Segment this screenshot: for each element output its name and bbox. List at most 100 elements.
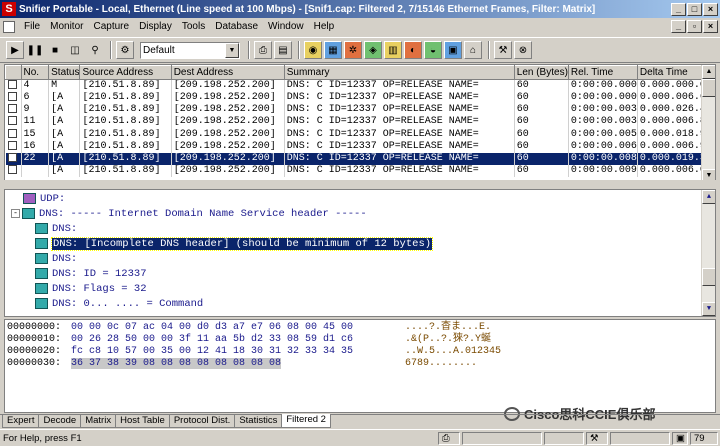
profile-select[interactable]: Default ▼ — [140, 41, 240, 59]
cell-len: 60 — [514, 152, 569, 165]
history-icon[interactable]: ▥ — [384, 41, 402, 59]
tab-expert[interactable]: Expert — [2, 415, 40, 428]
cell-summary: DNS: C ID=12337 OP=RELEASE NAME= — [284, 92, 515, 105]
hex-row[interactable]: 00000000: 00 00 0c 07 ac 04 00 d0 d3 a7 e… — [7, 322, 707, 334]
hex-row[interactable]: 00000030: 36 37 38 39 08 08 08 08 08 08 0… — [7, 358, 707, 370]
settings-icon[interactable]: ⊗ — [514, 41, 532, 59]
splitter[interactable] — [4, 180, 716, 186]
packet-row[interactable]: 22 [A [210.51.8.89] [209.198.252.200] DNS: C… — [5, 152, 715, 165]
packet-row[interactable]: 4 M [210.51.8.89] [209.198.252.200] DNS: C I… — [5, 79, 715, 93]
menu-database[interactable]: Database — [210, 21, 263, 32]
hex-row[interactable]: 00000020: fc c8 10 57 00 35 00 12 41 18 3… — [7, 346, 707, 358]
scroll-up-icon[interactable]: ▲ — [702, 190, 715, 204]
matrix-icon[interactable]: ✲ — [344, 41, 362, 59]
decode-line[interactable]: UDP: — [23, 192, 65, 207]
decode-line[interactable]: DNS: [Incomplete DNS header] (should be … — [35, 237, 434, 252]
cell-status: [A — [48, 92, 81, 105]
column-header-2[interactable]: Source Address — [79, 65, 172, 80]
hex-row[interactable]: 00000010: 00 26 28 50 00 00 3f 11 aa 5b d… — [7, 334, 707, 346]
decode-text: DNS: ID = 12337 — [52, 268, 147, 280]
tab-filtered-2[interactable]: Filtered 2 — [281, 414, 331, 428]
minimize-button[interactable]: _ — [671, 2, 686, 16]
collapse-icon[interactable]: - — [11, 208, 20, 218]
decode-line[interactable]: - DNS: ----- Internet Domain Name Service… — [11, 207, 367, 222]
packet-row[interactable]: 6 [A [210.51.8.89] [209.198.252.200] DNS: C … — [5, 92, 715, 105]
doc-restore-button[interactable]: ▫ — [687, 20, 702, 33]
stop-capture-icon[interactable]: ■ — [46, 41, 64, 59]
dashboard-icon[interactable]: ◉ — [304, 41, 322, 59]
cell-summary: DNS: C ID=12337 OP=RELEASE NAME= — [284, 140, 515, 153]
cell-len: 60 — [514, 116, 569, 129]
row-checkbox[interactable] — [7, 116, 17, 126]
row-checkbox[interactable] — [7, 152, 17, 162]
row-checkbox[interactable] — [7, 140, 17, 150]
doc-close-button[interactable]: × — [703, 20, 718, 33]
column-header-4[interactable]: Summary — [283, 65, 515, 80]
binoculars-icon[interactable]: ⚲ — [86, 41, 104, 59]
row-checkbox[interactable] — [7, 80, 17, 89]
column-header-6[interactable]: Rel. Time — [567, 65, 638, 80]
packet-row[interactable]: [A [210.51.8.89] [209.198.252.200] DNS: C I… — [5, 164, 715, 178]
chevron-down-icon[interactable]: ▼ — [225, 42, 239, 58]
menu-display[interactable]: Display — [134, 21, 177, 32]
alarm-log-icon[interactable]: ▣ — [444, 41, 462, 59]
decode-line[interactable]: DNS: 0... .... = Command — [35, 297, 203, 312]
application-response-icon[interactable]: ◈ — [364, 41, 382, 59]
global-statistics-icon[interactable]: ◒ — [424, 41, 442, 59]
decode-line[interactable]: DNS: ID = 12337 — [35, 267, 147, 282]
tab-statistics[interactable]: Statistics — [234, 415, 283, 428]
row-checkbox[interactable] — [7, 164, 17, 174]
row-checkbox[interactable] — [7, 92, 17, 102]
decode-line[interactable]: DNS: — [35, 252, 77, 267]
scroll-down-icon[interactable]: ▼ — [702, 302, 715, 316]
database-icon[interactable]: ▤ — [274, 41, 292, 59]
pause-capture-icon[interactable]: ❚❚ — [26, 41, 44, 59]
protocol-distribution-icon[interactable]: ◐ — [404, 41, 422, 59]
packet-row[interactable]: 16 [A [210.51.8.89] [209.198.252.200] DNS: C… — [5, 140, 715, 153]
hex-bytes: 36 37 38 39 08 08 08 08 08 08 08 08 — [71, 358, 282, 369]
menu-window[interactable]: Window — [263, 21, 309, 32]
checkbox-column-header[interactable] — [5, 65, 22, 80]
scroll-thumb[interactable] — [702, 79, 715, 97]
column-header-0[interactable]: No. — [20, 65, 50, 80]
stop-display-icon[interactable]: ◫ — [66, 41, 84, 59]
print-icon[interactable]: ⎙ — [254, 41, 272, 59]
tab-matrix[interactable]: Matrix — [80, 415, 117, 428]
menu-help[interactable]: Help — [309, 21, 340, 32]
column-header-1[interactable]: Status — [48, 65, 81, 80]
tab-host-table[interactable]: Host Table — [115, 415, 170, 428]
status-bar: For Help, press F1 ⎙ ⚒ ▣ 79 — [0, 429, 720, 446]
packet-list-scrollbar[interactable]: ▲ ▼ — [701, 65, 715, 183]
column-header-5[interactable]: Len (Bytes) — [513, 65, 569, 80]
protocol-icon — [35, 267, 48, 279]
start-capture-icon[interactable]: ▶ — [6, 41, 24, 59]
column-header-3[interactable]: Dest Address — [170, 65, 285, 80]
doc-minimize-button[interactable]: _ — [671, 20, 686, 33]
document-icon[interactable] — [3, 20, 15, 33]
menu-tools[interactable]: Tools — [177, 21, 210, 32]
menu-capture[interactable]: Capture — [88, 21, 134, 32]
row-checkbox[interactable] — [7, 104, 17, 114]
menu-monitor[interactable]: Monitor — [45, 21, 88, 32]
menu-file[interactable]: File — [19, 21, 45, 32]
scroll-up-icon[interactable]: ▲ — [702, 65, 715, 79]
decode-line[interactable]: DNS: Flags = 32 — [35, 282, 147, 297]
cell-src: [210.51.8.89] — [79, 116, 172, 129]
tab-decode[interactable]: Decode — [38, 415, 82, 428]
cell-src: [210.51.8.89] — [79, 152, 172, 165]
row-checkbox[interactable] — [7, 128, 17, 138]
address-book-icon[interactable]: ⌂ — [464, 41, 482, 59]
packet-row[interactable]: 15 [A [210.51.8.89] [209.198.252.200] DNS: C… — [5, 128, 715, 141]
define-filter-icon[interactable]: ⚙ — [116, 41, 134, 59]
packet-row[interactable]: 11 [A [210.51.8.89] [209.198.252.200] DNS: C… — [5, 116, 715, 129]
decode-scrollbar[interactable]: ▲ ▼ — [701, 190, 715, 316]
tool-icon[interactable]: ⚒ — [494, 41, 512, 59]
packet-row[interactable]: 9 [A [210.51.8.89] [209.198.252.200] DNS: C … — [5, 104, 715, 117]
maximize-button[interactable]: □ — [687, 2, 702, 16]
tab-protocol-dist-[interactable]: Protocol Dist. — [168, 415, 236, 428]
app-icon[interactable]: S — [2, 2, 16, 16]
close-button[interactable]: × — [703, 2, 718, 16]
host-table-icon[interactable]: ▦ — [324, 41, 342, 59]
scroll-thumb[interactable] — [702, 268, 715, 286]
decode-line[interactable]: DNS: — [35, 222, 77, 237]
